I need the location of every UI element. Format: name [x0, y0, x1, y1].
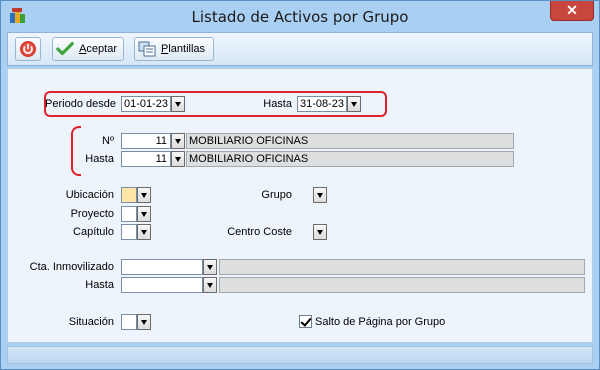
location-dropdown[interactable]: [137, 187, 151, 203]
project-dropdown[interactable]: [137, 206, 151, 222]
filter-panel: Periodo desde 01-01-23 Hasta 31-08-23 Nº…: [7, 68, 593, 343]
group-to-input[interactable]: 11: [121, 151, 171, 167]
location-input[interactable]: [121, 187, 137, 203]
chapter-input[interactable]: [121, 224, 137, 240]
templates-button[interactable]: Plantillas: [134, 37, 214, 61]
cost-center-dropdown[interactable]: [313, 224, 327, 240]
cost-center-label: Centro Coste: [227, 226, 292, 238]
group-number-label: Nº: [102, 135, 114, 147]
group-number-dropdown[interactable]: [171, 133, 185, 149]
page-break-label: Salto de Página por Grupo: [315, 316, 446, 328]
toolbar: Aceptar Plantillas: [7, 32, 593, 66]
close-button[interactable]: ✕: [550, 1, 594, 21]
project-label: Proyecto: [70, 208, 114, 220]
accept-button[interactable]: Aceptar: [52, 37, 124, 61]
project-input[interactable]: [121, 206, 137, 222]
templates-label: Plantillas: [161, 43, 206, 55]
period-from-dropdown[interactable]: [171, 96, 185, 112]
window-title: Listado de Activos por Grupo: [191, 8, 409, 26]
group-to-dropdown[interactable]: [171, 151, 185, 167]
situation-dropdown[interactable]: [137, 314, 151, 330]
power-icon: [20, 41, 36, 57]
group-label: Grupo: [261, 189, 292, 201]
report-window: Listado de Activos por Grupo ✕ Aceptar P…: [0, 0, 600, 370]
group-to-label: Hasta: [85, 153, 114, 165]
account-from-label: Cta. Inmovilizado: [29, 261, 114, 273]
title-bar: Listado de Activos por Grupo ✕: [1, 1, 599, 31]
close-icon: ✕: [566, 2, 578, 18]
account-from-input[interactable]: [121, 259, 203, 275]
situation-label: Situación: [68, 316, 114, 328]
status-bar: [7, 346, 593, 364]
location-label: Ubicación: [65, 189, 114, 201]
account-to-input[interactable]: [121, 277, 203, 293]
group-dropdown[interactable]: [313, 187, 327, 203]
account-from-description: [219, 259, 585, 275]
checkmark-icon: [56, 41, 74, 56]
exit-button[interactable]: [15, 37, 41, 61]
accept-label: Aceptar: [79, 43, 117, 55]
period-from-input[interactable]: 01-01-23: [121, 96, 171, 112]
group-number-input[interactable]: 11: [121, 133, 171, 149]
templates-icon: [138, 41, 156, 57]
account-to-label: Hasta: [85, 279, 114, 291]
chapter-label: Capítulo: [73, 226, 114, 238]
period-to-label: Hasta: [263, 98, 292, 110]
period-to-dropdown[interactable]: [347, 96, 361, 112]
period-from-label: Periodo desde: [45, 98, 116, 110]
period-to-input[interactable]: 31-08-23: [297, 96, 347, 112]
account-from-dropdown[interactable]: [203, 259, 217, 275]
page-break-checkbox[interactable]: [299, 315, 312, 328]
group-range-highlight: [71, 126, 81, 176]
account-to-description: [219, 277, 585, 293]
account-to-dropdown[interactable]: [203, 277, 217, 293]
group-to-description: MOBILIARIO OFICINAS: [186, 151, 514, 167]
chapter-dropdown[interactable]: [137, 224, 151, 240]
situation-input[interactable]: [121, 314, 137, 330]
group-number-description: MOBILIARIO OFICINAS: [186, 133, 514, 149]
